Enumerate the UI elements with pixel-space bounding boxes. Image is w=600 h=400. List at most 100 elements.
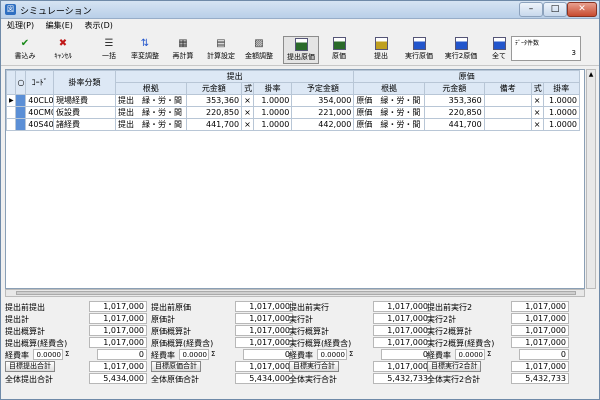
kakeritsu2-cell[interactable]: 1.0000 — [542, 106, 580, 119]
kakeritsu2-header[interactable]: 掛率 — [542, 82, 580, 95]
biko-cell[interactable] — [483, 106, 532, 119]
toolbar-button-9[interactable]: 提出 — [363, 36, 399, 64]
summary-column-0: 提出前提出 1,017,000 提出計 1,017,000 提出概算計 1,017,000… — [5, 301, 151, 385]
rate-class-cell[interactable]: 諸経費 — [53, 118, 116, 131]
menu-process[interactable]: 処理(P) — [4, 19, 37, 31]
target-total-button[interactable]: 目標実行合計 — [289, 361, 339, 372]
shiki-cell[interactable]: × — [241, 118, 254, 131]
yotei-cell[interactable]: 354,000 — [291, 94, 355, 107]
konkyo2-cell[interactable]: 原価 緑・労・間 — [353, 94, 425, 107]
expense-rate-input[interactable]: 0.0000 — [33, 349, 63, 360]
konkyo2-header[interactable]: 根拠 — [353, 82, 425, 95]
summary-column-1: 提出前原価 1,017,000 原価計 1,017,000 原価概算計 1,017,000… — [151, 301, 297, 385]
code-cell[interactable]: 40S40 — [25, 118, 55, 131]
shiki2-cell[interactable]: × — [530, 94, 544, 107]
kakeritsu-cell[interactable]: 1.0000 — [252, 94, 293, 107]
vertical-scrollbar[interactable]: ▲ — [586, 69, 596, 289]
toolbar-button-1[interactable]: ✖ ｷｬﾝｾﾙ — [45, 36, 81, 64]
target-total-value[interactable]: 1,017,000 — [373, 361, 431, 372]
shiki2-cell[interactable]: × — [530, 106, 544, 119]
target-total-button[interactable]: 目標提出合計 — [5, 361, 55, 372]
motokingaku-header[interactable]: 元金額 — [185, 82, 243, 95]
rate-class-cell[interactable]: 仮設費 — [53, 106, 116, 119]
toolbar-button-4[interactable]: ▦ 再計算 — [165, 36, 201, 64]
konkyo-cell[interactable]: 提出 緑・労・間 — [115, 118, 187, 131]
expense-rate-input[interactable]: 0.0000 — [317, 349, 347, 360]
biko-header[interactable]: 備考 — [483, 82, 532, 95]
konkyo2-cell[interactable]: 原価 緑・労・間 — [353, 118, 425, 131]
rate-class-cell[interactable]: 現場経費 — [53, 94, 116, 107]
rate-class-header[interactable]: 掛率分類 — [53, 70, 116, 95]
toolbar-button-10[interactable]: 実行原価 — [401, 36, 437, 64]
shiki2-cell[interactable]: × — [530, 118, 544, 131]
summary-row: 提出前原価 1,017,000 — [151, 301, 297, 313]
kakeritsu-cell[interactable]: 1.0000 — [252, 118, 293, 131]
yotei-cell[interactable]: 221,000 — [291, 106, 355, 119]
toolbar-button-6[interactable]: ▨ 金額調整 — [241, 36, 277, 64]
code-cell[interactable]: 40CM0 — [25, 106, 55, 119]
row-select-cell[interactable] — [14, 94, 27, 107]
table-row[interactable]: 40S40 諸経費 提出 緑・労・間 441,700 × 1.0000 442,000 原価 … — [6, 118, 580, 131]
konkyo-header[interactable]: 根拠 — [115, 82, 187, 95]
yotei-header[interactable]: 予定金額 — [291, 82, 355, 95]
shiki-cell[interactable]: × — [241, 106, 254, 119]
biko-cell[interactable] — [483, 94, 532, 107]
target-total-value[interactable]: 1,017,000 — [511, 361, 569, 372]
toolbar-button-8[interactable]: 原価 — [321, 36, 357, 64]
expense-rate-value[interactable]: 0 — [519, 349, 569, 360]
row-select-cell[interactable] — [14, 106, 27, 119]
scroll-up-icon[interactable]: ▲ — [587, 70, 595, 79]
yotei-cell[interactable]: 442,000 — [291, 118, 355, 131]
expense-rate-row: 経費率 0.0000 Σ 0 — [427, 349, 573, 361]
motokingaku-cell[interactable]: 353,360 — [185, 94, 243, 107]
toolbar-button-0[interactable]: ✔ 書込み — [7, 36, 43, 64]
close-button[interactable]: ✕ — [567, 2, 597, 17]
row-select-cell[interactable] — [14, 118, 27, 131]
data-count-label: ﾃﾞｰﾀ件数 — [515, 40, 540, 47]
motokingaku2-cell[interactable]: 220,850 — [423, 106, 485, 119]
toolbar-button-5[interactable]: ▤ 計算設定 — [203, 36, 239, 64]
toolbar-button-2[interactable]: ☰ 一括 — [91, 36, 127, 64]
toolbar-button-11[interactable]: 実行2原価 — [443, 36, 479, 64]
code-header[interactable]: ｺｰﾄﾞ — [25, 70, 55, 95]
expense-rate-input[interactable]: 0.0000 — [179, 349, 209, 360]
toolbar-button-3[interactable]: ⇅ 率変調整 — [127, 36, 163, 64]
code-cell[interactable]: 40CL0 — [25, 94, 55, 107]
target-total-value[interactable]: 1,017,000 — [235, 361, 293, 372]
target-total-value[interactable]: 1,017,000 — [89, 361, 147, 372]
table-row[interactable]: ▶ 40CL0 現場経費 提出 緑・労・間 353,360 × 1.0000 354,000 原… — [6, 94, 580, 107]
horizontal-scrollbar[interactable] — [5, 289, 585, 297]
target-total-button[interactable]: 目標原価合計 — [151, 361, 201, 372]
toolbar-button-label: 率変調整 — [131, 52, 159, 60]
konkyo2-cell[interactable]: 原価 緑・労・間 — [353, 106, 425, 119]
expense-rate-value[interactable]: 0 — [381, 349, 431, 360]
toolbar-button-7[interactable]: 提出原価 — [283, 36, 319, 64]
konkyo-cell[interactable]: 提出 緑・労・間 — [115, 94, 187, 107]
kakeritsu2-cell[interactable]: 1.0000 — [542, 94, 580, 107]
motokingaku-cell[interactable]: 441,700 — [185, 118, 243, 131]
summary-value: 1,017,000 — [511, 325, 569, 336]
expense-rate-value[interactable]: 0 — [97, 349, 147, 360]
biko-cell[interactable] — [483, 118, 532, 131]
minimize-button[interactable]: – — [519, 2, 543, 17]
motokingaku2-header[interactable]: 元金額 — [423, 82, 485, 95]
motokingaku2-cell[interactable]: 441,700 — [423, 118, 485, 131]
expense-rate-value[interactable]: 0 — [243, 349, 293, 360]
shiki2-header[interactable]: 式 — [530, 82, 544, 95]
kakeritsu-header[interactable]: 掛率 — [252, 82, 293, 95]
motokingaku-cell[interactable]: 220,850 — [185, 106, 243, 119]
konkyo-cell[interactable]: 提出 緑・労・間 — [115, 106, 187, 119]
scroll-thumb[interactable] — [16, 291, 576, 295]
target-total-button[interactable]: 目標実行2合計 — [427, 361, 482, 372]
menu-view[interactable]: 表示(D) — [81, 19, 115, 31]
kakeritsu-cell[interactable]: 1.0000 — [252, 106, 293, 119]
shiki-cell[interactable]: × — [241, 94, 254, 107]
summary-row: 提出計 1,017,000 — [5, 313, 151, 325]
shiki-header[interactable]: 式 — [241, 82, 254, 95]
motokingaku2-cell[interactable]: 353,360 — [423, 94, 485, 107]
kakeritsu2-cell[interactable]: 1.0000 — [542, 118, 580, 131]
table-row[interactable]: 40CM0 仮設費 提出 緑・労・間 220,850 × 1.0000 221,000 原価 … — [6, 106, 580, 119]
maximize-button[interactable]: □ — [543, 2, 567, 17]
expense-rate-input[interactable]: 0.0000 — [455, 349, 485, 360]
menu-edit[interactable]: 編集(E) — [43, 19, 76, 31]
